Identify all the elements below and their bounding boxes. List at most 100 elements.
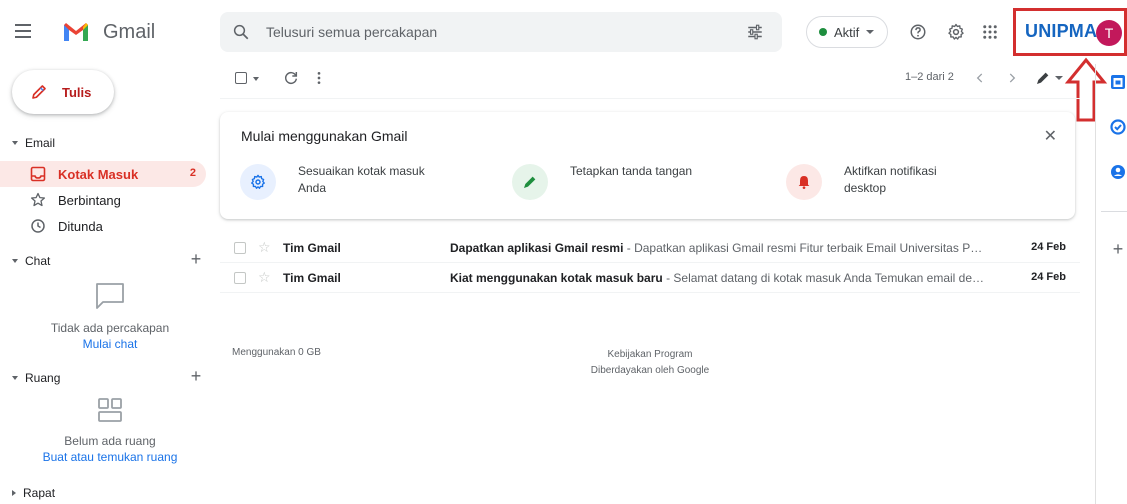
refresh-icon [285,71,298,85]
gmail-logo-icon[interactable] [62,21,90,43]
chat-section-toggle[interactable]: Chat [12,252,50,270]
meet-section-toggle[interactable]: Rapat [12,484,55,502]
chat-section-label: Chat [25,254,51,268]
inbox-icon [30,166,46,182]
status-label: Aktif [834,24,860,40]
getting-started-title: Mulai menggunakan Gmail [241,128,408,144]
gear-icon [240,164,276,200]
caret-down-icon [12,259,18,263]
calendar-icon [1111,75,1125,89]
select-options-chevron-icon[interactable] [253,77,259,81]
storage-usage: Menggunakan 0 GB [232,347,321,358]
onboarding-item-label: Tetapkan tanda tangan [570,164,693,178]
chevron-down-icon [1055,76,1063,80]
chevron-right-icon [1009,73,1016,83]
onboarding-item-label: Sesuaikan kotak masuk Anda [298,164,425,195]
email-section-toggle[interactable]: Email [12,134,55,152]
email-sender: Tim Gmail [283,271,341,285]
contacts-addon-button[interactable] [1109,163,1127,181]
email-snippet: - Dapatkan aplikasi Gmail resmi Fitur te… [623,241,990,255]
footer-links: Kebijakan Program Diberdayakan oleh Goog… [560,347,740,379]
more-vertical-icon [317,72,321,84]
email-checkbox[interactable] [234,242,246,254]
find-room-link[interactable]: Buat atau temukan ruang [20,450,200,464]
star-icon[interactable]: ☆ [258,269,271,286]
more-options-button[interactable] [309,68,329,88]
chevron-left-icon [976,73,983,83]
search-bar[interactable] [220,12,782,52]
search-icon[interactable] [232,23,250,41]
compose-button[interactable]: Tulis [12,70,114,114]
star-icon [30,192,46,207]
email-date: 24 Feb [1031,271,1066,283]
apps-grid-icon [983,25,997,39]
side-panel-divider [1095,64,1096,504]
powered-by-text: Diberdayakan oleh Google [590,365,710,376]
app-header: Gmail Aktif [0,0,1127,64]
caret-down-icon [12,376,18,380]
new-room-plus-icon[interactable]: + [188,367,204,385]
email-subject-snippet: Dapatkan aplikasi Gmail resmi - Dapatkan… [450,241,990,255]
avatar[interactable]: T [1096,20,1122,46]
settings-button[interactable] [944,20,968,44]
next-page-button[interactable] [1002,68,1022,88]
email-row[interactable]: ☆ Tim Gmail Kiat menggunakan kotak masuk… [220,263,1080,293]
search-options-icon[interactable] [746,23,764,41]
sidebar-item-inbox[interactable]: Kotak Masuk 2 [0,161,206,187]
previous-page-button[interactable] [970,68,990,88]
refresh-button[interactable] [281,68,301,88]
sidebar-item-starred[interactable]: Berbintang [0,187,206,213]
rooms-grid-icon [98,398,122,422]
status-selector[interactable]: Aktif [806,16,888,48]
input-tools-button[interactable] [1034,68,1064,88]
program-policy-link[interactable]: Kebijakan Program [560,347,740,363]
close-icon[interactable]: ✕ [1044,126,1057,146]
unread-count-badge: 2 [189,167,196,179]
gear-icon [948,23,964,40]
help-button[interactable] [906,20,930,44]
email-checkbox[interactable] [234,272,246,284]
start-chat-link[interactable]: Mulai chat [20,337,200,351]
rail-separator [1101,211,1127,212]
meet-section-label: Rapat [23,486,56,500]
email-row[interactable]: ☆ Tim Gmail Dapatkan aplikasi Gmail resm… [220,233,1080,263]
apps-button[interactable] [978,20,1002,44]
onboarding-item-label: Aktifkan notifikasi desktop [844,164,937,195]
app-name[interactable]: Gmail [103,21,155,44]
rooms-section-toggle[interactable]: Ruang [12,369,60,387]
tasks-addon-button[interactable] [1109,118,1127,136]
chat-empty-state: Tidak ada percakapan Mulai chat [20,282,200,351]
calendar-addon-button[interactable] [1109,73,1127,91]
main-menu-button[interactable] [13,20,33,44]
status-dot [819,28,827,36]
rooms-empty-state: Belum ada ruang Buat atau temukan ruang [20,397,200,464]
menu-bar [15,30,31,32]
bell-icon [786,164,822,200]
search-input[interactable] [266,12,726,52]
pencil-icon [32,85,46,99]
tasks-icon [1110,119,1126,135]
get-addons-plus-icon[interactable]: + [1109,239,1127,259]
email-subject-snippet: Kiat menggunakan kotak masuk baru - Sela… [450,271,990,285]
clock-icon [31,219,45,233]
new-chat-plus-icon[interactable]: + [188,250,204,268]
email-section-label: Email [25,136,56,150]
chat-bubble-icon [96,283,124,309]
menu-bar [15,36,31,38]
email-sender: Tim Gmail [283,241,341,255]
getting-started-card: Mulai menggunakan Gmail ✕ Sesuaikan kota… [220,112,1075,219]
toolbar-divider [220,98,1080,99]
star-icon[interactable]: ☆ [258,239,271,256]
avatar-initial: T [1104,25,1114,41]
pen-tool-icon [1037,72,1049,84]
rooms-section-label: Ruang [25,371,61,385]
select-all-checkbox[interactable] [235,72,247,84]
compose-label: Tulis [62,84,92,100]
sidebar-item-snoozed[interactable]: Ditunda [0,213,206,239]
sidebar-item-label: Berbintang [58,192,121,208]
caret-right-icon [12,490,16,496]
account-area-highlight: UNIPMA T [1013,8,1127,56]
organization-logo[interactable]: UNIPMA [1025,21,1097,42]
caret-down-icon [12,141,18,145]
pen-icon [512,164,548,200]
